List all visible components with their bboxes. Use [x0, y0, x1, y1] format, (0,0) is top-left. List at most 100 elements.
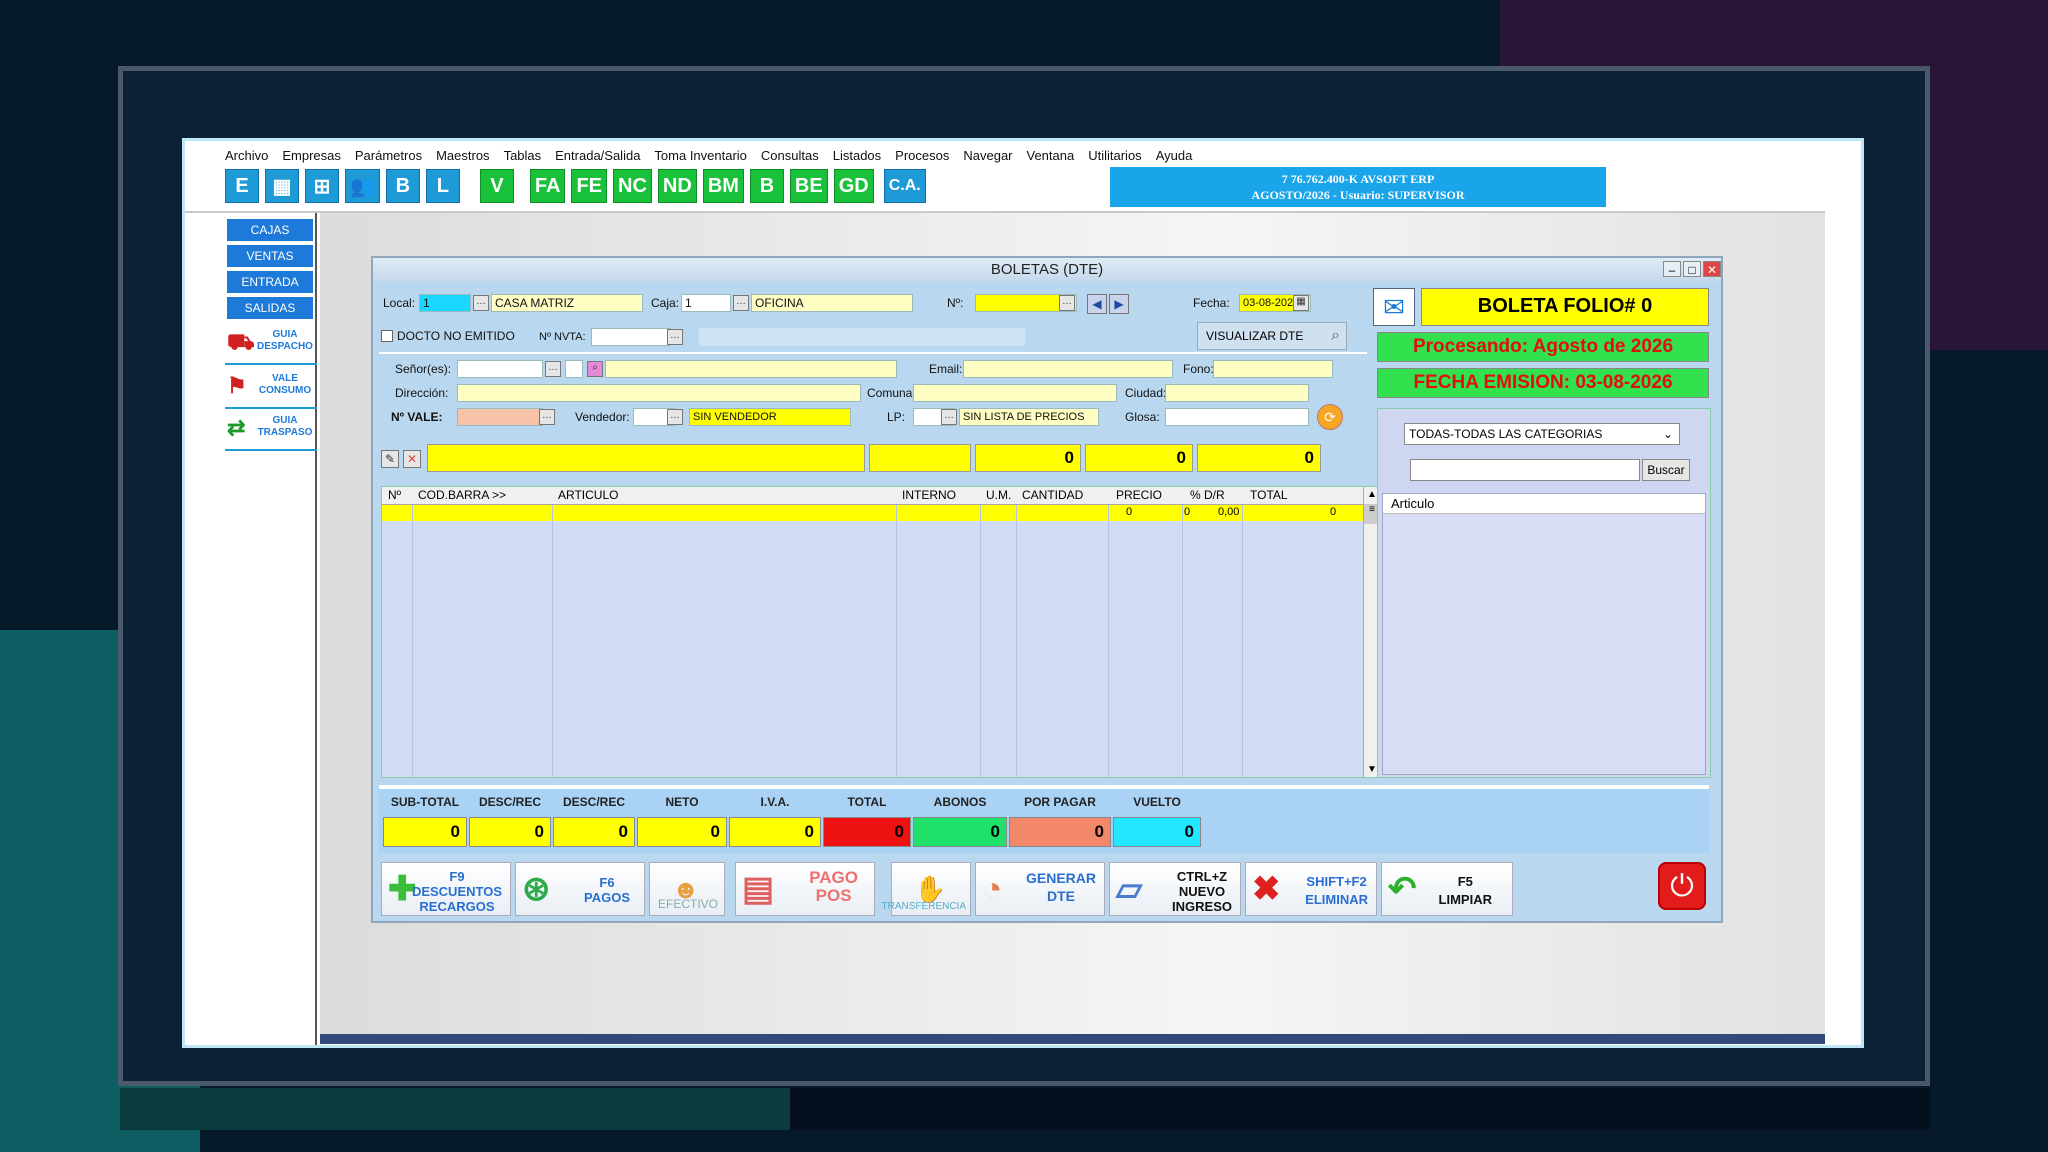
row-dr: 0,00 — [1218, 506, 1240, 518]
category-select[interactable]: TODAS-TODAS LAS CATEGORIAS ⌄ — [1404, 423, 1680, 445]
close-icon[interactable]: ✕ — [1703, 261, 1721, 277]
toolbar-doc-button-3[interactable]: NC — [613, 169, 652, 203]
minimize-icon[interactable]: – — [1663, 261, 1681, 277]
toolbar-doc-button-1[interactable]: FA — [529, 169, 566, 203]
senores-name-field[interactable] — [605, 360, 897, 378]
col-codbarra[interactable]: COD.BARRA >> — [418, 488, 506, 502]
precio-entry-field[interactable]: 0 — [1085, 444, 1193, 472]
pagos-button[interactable]: ⊛ F6 PAGOS — [515, 862, 645, 916]
toolbar-button-1[interactable]: ▦ — [265, 169, 299, 203]
senores-rut-field[interactable] — [457, 360, 543, 378]
menu-item-11[interactable]: Ventana — [1027, 145, 1075, 167]
toolbar-doc-button-4[interactable]: ND — [657, 169, 697, 203]
article-entry-field[interactable] — [427, 444, 865, 472]
menu-item-7[interactable]: Consultas — [761, 145, 819, 167]
menu-item-3[interactable]: Maestros — [436, 145, 489, 167]
toolbar-button-4[interactable]: B — [385, 169, 420, 203]
sidebar-guia-traspaso[interactable]: ⇄ GUIA TRASPASO — [225, 411, 317, 451]
sidebar-cajas-button[interactable]: CAJAS — [227, 219, 313, 241]
email-envelope-icon[interactable]: ✉ — [1373, 288, 1415, 326]
next-arrow-icon[interactable]: ▶ — [1109, 294, 1129, 314]
toolbar-button-0[interactable]: E — [225, 169, 259, 203]
article-list[interactable]: Articulo — [1382, 493, 1706, 775]
visualizar-dte-button[interactable]: VISUALIZAR DTE ⌕ — [1197, 322, 1347, 350]
pago-pos-button[interactable]: ▤ PAGO POS — [735, 862, 875, 916]
vendedor-lookup-button[interactable]: … — [667, 409, 683, 425]
delete-line-icon[interactable]: ✕ — [403, 450, 421, 468]
edit-icon[interactable]: ✎ — [381, 450, 399, 468]
glosa-field[interactable] — [1165, 408, 1309, 426]
docto-no-emitido-checkbox[interactable] — [381, 330, 393, 342]
toolbar-doc-button-2[interactable]: FE — [571, 169, 608, 203]
local-lookup-button[interactable]: … — [473, 295, 489, 311]
prev-arrow-icon[interactable]: ◀ — [1087, 294, 1107, 314]
power-icon[interactable]: ⏻ — [1658, 862, 1706, 910]
menu-item-4[interactable]: Tablas — [504, 145, 542, 167]
numero-lookup-button[interactable]: … — [1059, 295, 1075, 311]
total-entry-field[interactable]: 0 — [1197, 444, 1321, 472]
toolbar-button-2[interactable]: ⊞ — [305, 169, 339, 203]
limpiar-button[interactable]: ↶ F5 LIMPIAR — [1381, 862, 1513, 916]
eliminar-button[interactable]: ✖ SHIFT+F2 ELIMINAR — [1245, 862, 1377, 916]
efectivo-button[interactable]: ☻ EFECTIVO — [649, 862, 725, 916]
toolbar-button-3[interactable]: 👥 — [345, 169, 380, 203]
caja-lookup-button[interactable]: … — [733, 295, 749, 311]
toolbar-doc-button-8[interactable]: GD — [833, 169, 874, 203]
caja-code-field[interactable]: 1 — [681, 294, 731, 312]
sii-icon: ◔ — [982, 870, 1003, 908]
fecha-emision-banner: FECHA EMISION: 03-08-2026 — [1377, 368, 1709, 398]
vale-field[interactable] — [457, 408, 543, 426]
menu-item-13[interactable]: Ayuda — [1156, 145, 1193, 167]
direccion-field[interactable] — [457, 384, 861, 402]
nvta-label: Nº NVTA: — [539, 331, 586, 343]
menu-item-1[interactable]: Empresas — [282, 145, 341, 167]
boletas-window: BOLETAS (DTE) – □ ✕ Local: 1 … CASA MATR… — [371, 256, 1723, 923]
menu-item-5[interactable]: Entrada/Salida — [555, 145, 640, 167]
descuentos-button[interactable]: ✚ F9 DESCUENTOS RECARGOS — [381, 862, 511, 916]
nuevo-ingreso-button[interactable]: ▱ CTRL+Z NUEVO INGRESO — [1109, 862, 1241, 916]
toolbar-doc-button-6[interactable]: B — [749, 169, 784, 203]
sidebar-salidas-button[interactable]: SALIDAS — [227, 297, 313, 319]
menu-item-12[interactable]: Utilitarios — [1088, 145, 1141, 167]
local-code-field[interactable]: 1 — [419, 294, 471, 312]
lp-lookup-button[interactable]: … — [941, 409, 957, 425]
vale-lookup-button[interactable]: … — [539, 409, 555, 425]
left-sidebar: CAJAS VENTAS ENTRADA SALIDAS ⛟ GUIA DESP… — [223, 213, 317, 1045]
toolbar-doc-button-0[interactable]: V — [479, 169, 514, 203]
menu-item-8[interactable]: Listados — [833, 145, 881, 167]
sidebar-vale-consumo[interactable]: ⚑ VALE CONSUMO — [225, 369, 317, 409]
buscar-button[interactable]: Buscar — [1642, 459, 1690, 481]
fono-field[interactable] — [1213, 360, 1333, 378]
menu-item-2[interactable]: Parámetros — [355, 145, 422, 167]
menu-item-10[interactable]: Navegar — [963, 145, 1012, 167]
nuevo-ingreso-label: CTRL+Z NUEVO INGRESO — [1172, 869, 1232, 914]
toolbar-ca-button[interactable]: C.A. — [883, 169, 926, 203]
toolbar-doc-button-7[interactable]: BE — [789, 169, 828, 203]
menu-item-9[interactable]: Procesos — [895, 145, 949, 167]
nvta-field[interactable] — [591, 328, 671, 346]
table-row[interactable]: 0 0 0,00 0 — [382, 505, 1364, 521]
client-search-icon[interactable]: ⌕ — [587, 361, 603, 377]
nvta-lookup-button[interactable]: … — [667, 329, 683, 345]
senores-lookup-button[interactable]: … — [545, 361, 561, 377]
maximize-icon[interactable]: □ — [1683, 261, 1701, 277]
sidebar-entrada-button[interactable]: ENTRADA — [227, 271, 313, 293]
generar-dte-button[interactable]: ◔ GENERAR DTE — [975, 862, 1105, 916]
menu-item-0[interactable]: Archivo — [225, 145, 268, 167]
toolbar-doc-button-5[interactable]: BM — [702, 169, 744, 203]
sidebar-guia-despacho[interactable]: ⛟ GUIA DESPACHO — [225, 325, 317, 365]
email-field[interactable] — [963, 360, 1173, 378]
senores-dv-field[interactable] — [565, 360, 583, 378]
transferencia-button[interactable]: ✋ TRANSFERENCIA — [882, 862, 971, 916]
menu-item-6[interactable]: Toma Inventario — [654, 145, 747, 167]
sidebar-ventas-button[interactable]: VENTAS — [227, 245, 313, 267]
article-search-input[interactable] — [1410, 459, 1640, 481]
internal-entry-field[interactable] — [869, 444, 971, 472]
calendar-icon[interactable]: ▦ — [1293, 295, 1309, 311]
ciudad-field[interactable] — [1165, 384, 1309, 402]
cantidad-entry-field[interactable]: 0 — [975, 444, 1081, 472]
toolbar-button-5[interactable]: L — [425, 169, 460, 203]
items-grid[interactable]: Nº COD.BARRA >> ARTICULO INTERNO U.M. CA… — [381, 486, 1381, 778]
refresh-icon[interactable]: ⟳ — [1317, 404, 1343, 430]
comuna-field[interactable] — [913, 384, 1117, 402]
